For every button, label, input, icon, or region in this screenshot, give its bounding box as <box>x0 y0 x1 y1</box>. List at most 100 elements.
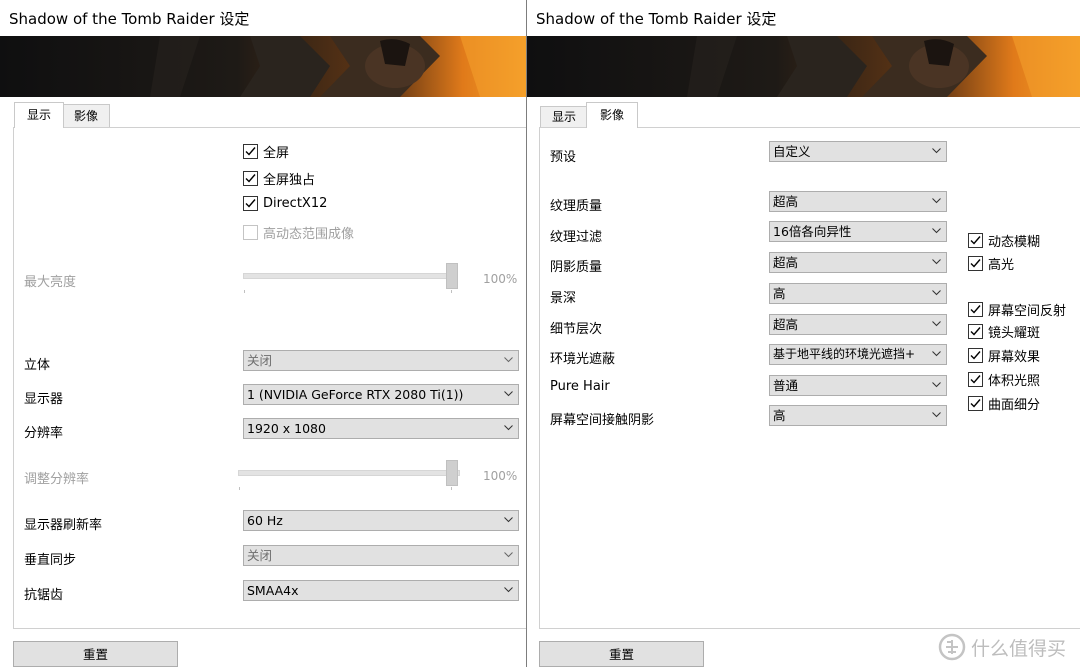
checkbox-directx12[interactable]: DirectX12 <box>243 196 327 211</box>
checkmark-icon <box>970 327 981 336</box>
vsync-label: 垂直同步 <box>24 553 77 568</box>
checkbox-lens-flare[interactable]: 镜头耀斑 <box>968 322 1040 341</box>
shadow-quality-dropdown[interactable]: 超高 <box>769 252 947 273</box>
checkbox-hdr: 高动态范围成像 <box>243 223 354 242</box>
texture-filter-dropdown[interactable]: 16倍各向异性 <box>769 221 947 242</box>
dropdown-value: 16倍各向异性 <box>773 224 852 239</box>
checkbox-box[interactable] <box>968 302 983 317</box>
pure-hair-label: Pure Hair <box>550 379 610 394</box>
checkbox-tessellation[interactable]: 曲面细分 <box>968 394 1040 413</box>
tab-display[interactable]: 显示 <box>14 102 64 128</box>
checkmark-icon <box>245 174 256 183</box>
checkmark-icon <box>970 259 981 268</box>
chevron-down-icon <box>932 321 941 327</box>
checkbox-box[interactable] <box>243 196 258 211</box>
level-of-detail-dropdown[interactable]: 超高 <box>769 314 947 335</box>
preset-dropdown[interactable]: 自定义 <box>769 141 947 162</box>
checkbox-volumetric-lighting[interactable]: 体积光照 <box>968 370 1040 389</box>
checkbox-box[interactable] <box>968 256 983 271</box>
tab-display[interactable]: 显示 <box>540 106 588 127</box>
monitor-dropdown[interactable]: 1 (NVIDIA GeForce RTX 2080 Ti(1)) <box>243 384 519 405</box>
dropdown-value: 普通 <box>773 378 799 393</box>
checkbox-label: 屏幕效果 <box>988 350 1041 365</box>
title-bar: Shadow of the Tomb Raider 设定 <box>0 0 526 36</box>
stereo-dropdown[interactable]: 关闭 <box>243 350 519 371</box>
dropdown-value: 60 Hz <box>247 513 283 528</box>
dropdown-value: 超高 <box>773 317 799 332</box>
reset-button[interactable]: 重置 <box>13 641 178 667</box>
dropdown-value: 自定义 <box>773 144 811 159</box>
slider-thumb[interactable] <box>446 460 458 486</box>
texture-quality-label: 纹理质量 <box>550 199 603 214</box>
chevron-down-icon <box>932 259 941 265</box>
tab-strip: 显示 影像 <box>14 102 214 128</box>
slider-tick <box>239 487 240 490</box>
ambient-occlusion-dropdown[interactable]: 基于地平线的环境光遮挡+ <box>769 344 947 365</box>
checkmark-icon <box>970 399 981 408</box>
max-brightness-slider[interactable] <box>243 263 458 293</box>
max-brightness-label: 最大亮度 <box>24 275 77 290</box>
watermark-text: 什么值得买 <box>970 637 1066 660</box>
texture-quality-dropdown[interactable]: 超高 <box>769 191 947 212</box>
checkbox-bloom[interactable]: 高光 <box>968 254 1014 273</box>
checkbox-box[interactable] <box>968 324 983 339</box>
slider-track <box>238 470 460 476</box>
checkbox-screen-effects[interactable]: 屏幕效果 <box>968 346 1040 365</box>
checkbox-label: 动态模糊 <box>988 235 1041 250</box>
depth-of-field-label: 景深 <box>550 291 577 306</box>
slider-tick <box>244 290 245 293</box>
checkbox-label: DirectX12 <box>263 196 328 211</box>
slider-track <box>243 273 458 279</box>
dropdown-value: 关闭 <box>247 548 273 563</box>
chevron-down-icon <box>932 228 941 234</box>
tab-strip: 显示 影像 <box>540 102 740 128</box>
settings-window-display: Shadow of the Tomb Raider 设定 显示 影像 全屏 全屏… <box>0 0 526 667</box>
tab-image[interactable]: 影像 <box>62 104 110 127</box>
dropdown-value: 1920 x 1080 <box>247 421 326 436</box>
chevron-down-icon <box>504 552 513 558</box>
checkbox-box[interactable] <box>243 144 258 159</box>
stereo-label: 立体 <box>24 358 51 373</box>
chevron-down-icon <box>932 382 941 388</box>
checkbox-label: 屏幕空间反射 <box>988 304 1067 319</box>
resolution-dropdown[interactable]: 1920 x 1080 <box>243 418 519 439</box>
chevron-down-icon <box>932 290 941 296</box>
checkmark-icon <box>970 351 981 360</box>
checkbox-box[interactable] <box>968 396 983 411</box>
reset-button[interactable]: 重置 <box>539 641 704 667</box>
chevron-down-icon <box>504 391 513 397</box>
checkbox-box[interactable] <box>243 171 258 186</box>
checkbox-screen-space-reflections[interactable]: 屏幕空间反射 <box>968 300 1066 319</box>
resolution-scale-label: 调整分辨率 <box>24 472 90 487</box>
contact-shadows-dropdown[interactable]: 高 <box>769 405 947 426</box>
shadow-quality-label: 阴影质量 <box>550 260 603 275</box>
resolution-scale-slider[interactable] <box>238 460 460 490</box>
ambient-occlusion-label: 环境光遮蔽 <box>550 352 616 367</box>
pure-hair-dropdown[interactable]: 普通 <box>769 375 947 396</box>
preset-label: 预设 <box>550 150 577 165</box>
site-watermark: 什么值得买 <box>937 633 1066 661</box>
vsync-dropdown[interactable]: 关闭 <box>243 545 519 566</box>
depth-of-field-dropdown[interactable]: 高 <box>769 283 947 304</box>
tab-image[interactable]: 影像 <box>586 102 638 128</box>
max-brightness-value: 100% <box>483 272 518 286</box>
checkbox-box[interactable] <box>968 233 983 248</box>
dropdown-value: 关闭 <box>247 353 273 368</box>
refresh-rate-dropdown[interactable]: 60 Hz <box>243 510 519 531</box>
checkbox-fullscreen[interactable]: 全屏 <box>243 142 289 161</box>
slider-thumb[interactable] <box>446 263 458 289</box>
checkbox-box[interactable] <box>968 348 983 363</box>
resolution-scale-value: 100% <box>483 469 518 483</box>
chevron-down-icon <box>932 351 941 357</box>
smzdm-logo-icon <box>938 633 966 661</box>
dropdown-value: 超高 <box>773 194 799 209</box>
checkbox-box[interactable] <box>968 372 983 387</box>
checkbox-motion-blur[interactable]: 动态模糊 <box>968 231 1040 250</box>
game-banner-image <box>0 36 526 97</box>
settings-window-graphics: Shadow of the Tomb Raider 设定 显示 影像 预设 自定… <box>527 0 1080 667</box>
checkbox-exclusive-fullscreen[interactable]: 全屏独占 <box>243 169 315 188</box>
antialiasing-dropdown[interactable]: SMAA4x <box>243 580 519 601</box>
checkbox-label: 高光 <box>988 258 1015 273</box>
checkmark-icon <box>970 305 981 314</box>
title-bar: Shadow of the Tomb Raider 设定 <box>527 0 1080 36</box>
